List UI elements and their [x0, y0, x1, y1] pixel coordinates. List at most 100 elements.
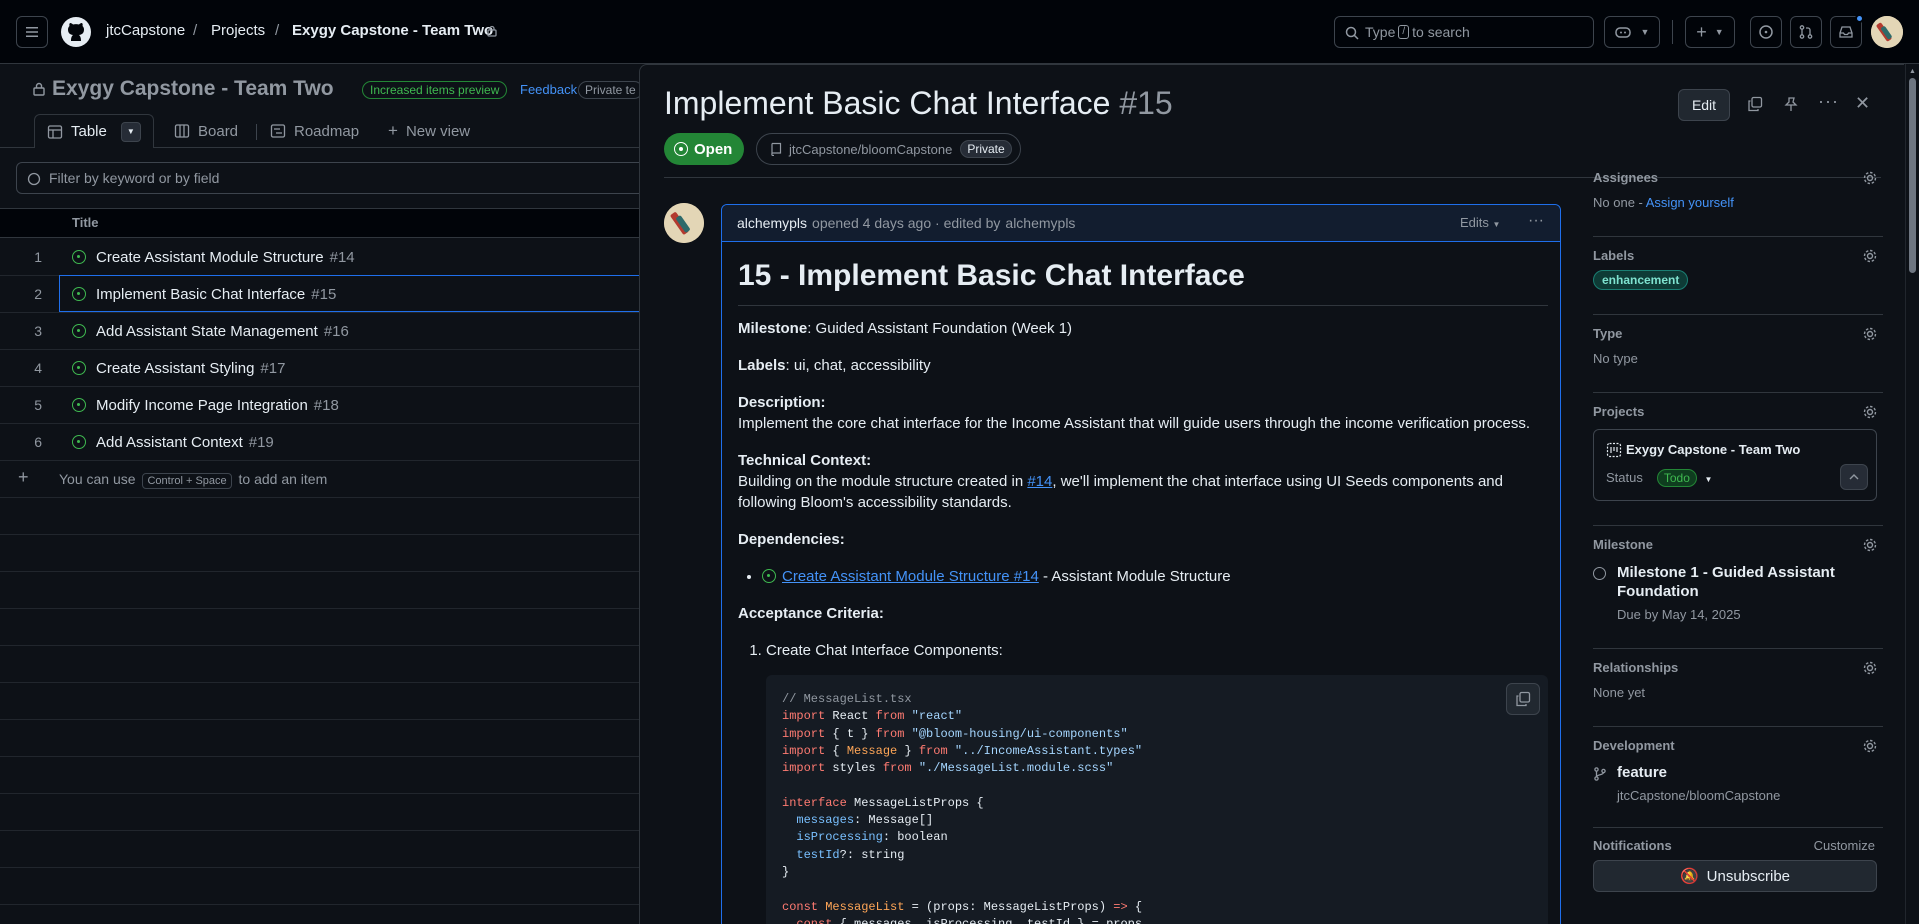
preview-pill[interactable]: Increased items preview [362, 81, 508, 99]
edit-button[interactable]: Edit [1678, 89, 1730, 121]
gear-icon[interactable] [1862, 404, 1878, 420]
milestone-section: Milestone Milestone 1 - Guided Assistant… [1593, 537, 1883, 649]
customize-link[interactable]: Customize [1814, 838, 1875, 853]
tab-table[interactable]: Table ▼ [34, 114, 154, 148]
assign-yourself-link[interactable]: Assign yourself [1646, 195, 1734, 210]
label-badge[interactable]: enhancement [1593, 270, 1689, 290]
gear-icon[interactable] [1862, 248, 1878, 264]
gear-icon[interactable] [1862, 738, 1878, 754]
empty-row [0, 683, 640, 720]
table-row[interactable]: 1 Create Assistant Module Structure #14 [0, 239, 640, 276]
author-avatar[interactable] [664, 203, 704, 243]
projects-section: Projects Exygy Capstone - Team Two Statu… [1593, 404, 1883, 526]
author-name[interactable]: alchemypls [737, 215, 807, 231]
dependency-link[interactable]: Create Assistant Module Structure #14 [782, 568, 1039, 585]
roadmap-icon [270, 124, 286, 138]
user-avatar[interactable] [1871, 16, 1903, 48]
feedback-link[interactable]: Feedback [520, 82, 577, 97]
type-title: Type [1593, 326, 1623, 341]
gear-icon[interactable] [1862, 537, 1878, 553]
row-title[interactable]: Create Assistant Module Structure [96, 249, 324, 266]
column-title[interactable]: Title [72, 215, 99, 230]
empty-row [0, 572, 640, 609]
table-row[interactable]: 6 Add Assistant Context #19 [0, 424, 640, 461]
milestone-line: Milestone: Guided Assistant Foundation (… [738, 320, 1073, 337]
row-ref: #17 [260, 359, 286, 377]
new-view-label: New view [405, 122, 471, 140]
tab-roadmap[interactable]: Roadmap [270, 114, 359, 148]
row-title[interactable]: Add Assistant Context [96, 434, 243, 451]
comment-menu-icon[interactable]: ··· [1528, 212, 1544, 230]
create-new-button[interactable]: + ▼ [1685, 16, 1735, 48]
search-placeholder-pre: Type [1365, 24, 1396, 40]
breadcrumb-projects[interactable]: Projects [211, 22, 265, 39]
criteria-item: Create Chat Interface Components: [766, 640, 1548, 661]
github-logo-icon[interactable] [60, 16, 92, 48]
scroll-up-icon[interactable]: ▲ [1909, 68, 1916, 75]
repo-name: jtcCapstone/bloomCapstone [789, 141, 953, 157]
edits-dropdown[interactable]: Edits ▼ [1460, 215, 1500, 230]
repo-badge[interactable]: jtcCapstone/bloomCapstone Private [756, 133, 1021, 165]
issue-side-panel: Implement Basic Chat Interface #15 Edit … [639, 64, 1904, 924]
chevron-up-icon [1849, 474, 1859, 480]
issue-link[interactable]: #14 [1027, 473, 1052, 490]
chevron-down-icon[interactable]: ▼ [1705, 475, 1713, 484]
filter-input[interactable]: Filter by keyword or by field [16, 162, 656, 194]
project-card: Exygy Capstone - Team Two Status Todo ▼ [1593, 429, 1877, 501]
notifications-section: Notifications Customize 🔕 Unsubscribe [1593, 838, 1883, 898]
collapse-button[interactable] [1840, 464, 1868, 490]
breadcrumb-project[interactable]: Exygy Capstone - Team Two [292, 22, 493, 39]
private-pill: Private te [578, 81, 643, 99]
menu-icon[interactable] [16, 16, 48, 48]
opened-text: opened 4 days ago · edited by [812, 215, 1001, 231]
copilot-button[interactable]: ▼ [1604, 16, 1660, 48]
issues-button[interactable] [1750, 16, 1782, 48]
search-input[interactable]: Type / to search [1334, 16, 1594, 48]
row-ref: #18 [313, 396, 339, 414]
editor-name[interactable]: alchemypls [1005, 215, 1075, 231]
project-card-name[interactable]: Exygy Capstone - Team Two [1626, 442, 1800, 457]
row-title[interactable]: Add Assistant State Management [96, 323, 318, 340]
empty-row [0, 720, 640, 757]
issue-open-icon [674, 142, 688, 156]
milestone-name[interactable]: Milestone 1 - Guided Assistant Foundatio… [1617, 563, 1857, 601]
filter-placeholder: Filter by keyword or by field [49, 170, 220, 186]
unsubscribe-button[interactable]: 🔕 Unsubscribe [1593, 860, 1877, 892]
row-number: 6 [34, 434, 42, 450]
status-todo-badge[interactable]: Todo [1656, 469, 1697, 487]
table-row[interactable]: 4 Create Assistant Styling #17 [0, 350, 640, 387]
code-block: // MessageList.tsx import React from "re… [766, 675, 1548, 924]
relationships-section: Relationships None yet [1593, 660, 1883, 727]
inbox-button[interactable] [1830, 14, 1864, 48]
pin-icon[interactable] [1783, 96, 1799, 115]
divider [256, 124, 257, 140]
add-item-post: to add an item [238, 471, 328, 487]
scrollbar-thumb[interactable] [1909, 78, 1916, 273]
tab-board[interactable]: Board [174, 114, 238, 148]
breadcrumb-separator: / [193, 22, 198, 39]
project-title[interactable]: Exygy Capstone - Team Two [52, 77, 334, 101]
breadcrumb-org[interactable]: jtcCapstone [106, 22, 185, 39]
tab-options-icon[interactable]: ▼ [120, 121, 141, 142]
gear-icon[interactable] [1862, 326, 1878, 342]
table-row[interactable]: 3 Add Assistant State Management #16 [0, 313, 640, 350]
gear-icon[interactable] [1862, 170, 1878, 186]
close-icon[interactable]: ✕ [1855, 93, 1870, 114]
kebab-menu-icon[interactable]: ··· [1818, 91, 1839, 112]
copy-link-icon[interactable] [1747, 96, 1763, 115]
add-item-row[interactable]: + You can use Control + Space to add an … [0, 461, 640, 498]
row-title[interactable]: Create Assistant Styling [96, 360, 254, 377]
row-ref: #19 [248, 433, 274, 451]
branch-name[interactable]: feature [1617, 764, 1667, 781]
new-view-button[interactable]: + New view [388, 114, 470, 148]
row-title[interactable]: Modify Income Page Integration [96, 397, 308, 414]
panel-scrollbar[interactable]: ▲ [1905, 64, 1919, 924]
copy-code-button[interactable] [1506, 683, 1540, 715]
issue-open-icon [72, 287, 86, 301]
gear-icon[interactable] [1862, 660, 1878, 676]
table-row-selected[interactable]: 2 Implement Basic Chat Interface #15 [0, 275, 649, 313]
empty-row [0, 868, 640, 905]
plus-icon[interactable]: + [18, 467, 29, 488]
pull-requests-button[interactable] [1790, 16, 1822, 48]
table-row[interactable]: 5 Modify Income Page Integration #18 [0, 387, 640, 424]
